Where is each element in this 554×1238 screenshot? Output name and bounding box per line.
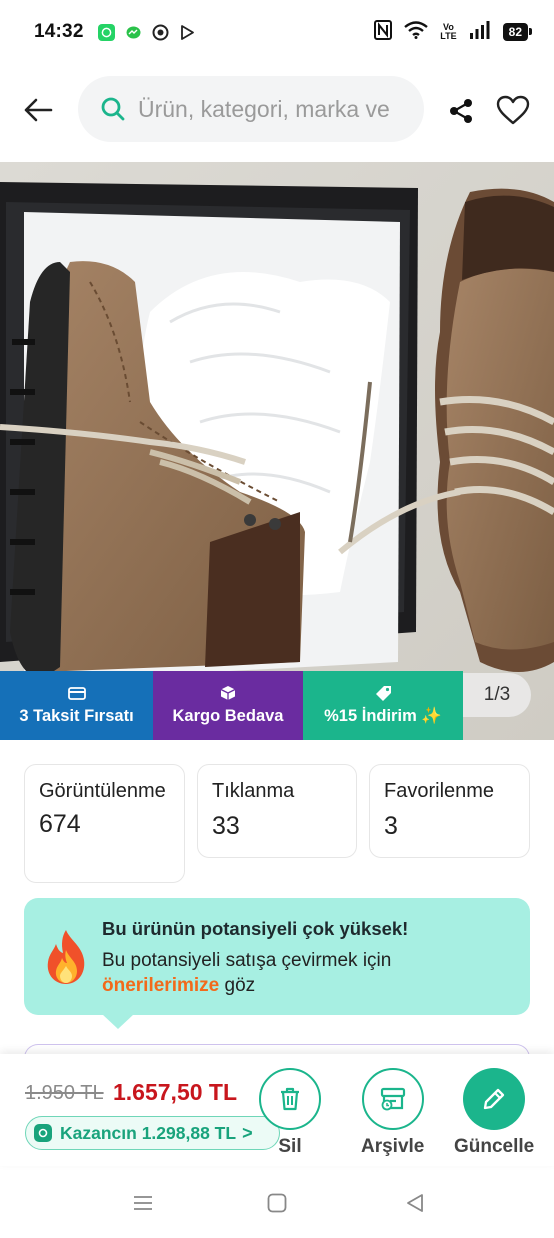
archive-button[interactable]: Arşivle (361, 1068, 424, 1158)
share-icon (450, 99, 472, 123)
box-icon (220, 685, 236, 701)
notification-icons (97, 23, 196, 41)
chrome-icon (152, 24, 169, 41)
earnings-text: Kazancın 1.298,88 TL (60, 1122, 237, 1143)
stat-label: Favorilenme (384, 780, 495, 802)
earnings-pill[interactable]: Kazancın 1.298,88 TL > (25, 1116, 280, 1150)
status-time: 14:32 (34, 21, 84, 42)
delete-label: Sil (278, 1136, 302, 1157)
stat-value: 3 (384, 812, 398, 840)
chevron-right-icon: > (242, 1122, 253, 1143)
status-bar: 14:32 Vo LTE 82 (0, 0, 554, 64)
back-arrow-icon (24, 98, 53, 122)
delete-button[interactable]: Sil (259, 1068, 321, 1158)
share-button[interactable] (444, 94, 478, 128)
badge-free-shipping[interactable]: Kargo Bedava (153, 671, 303, 740)
archive-icon (380, 1087, 405, 1111)
system-back-button[interactable] (400, 1190, 430, 1216)
tag-icon (375, 685, 392, 701)
whatsapp-icon (97, 23, 115, 41)
favorite-button[interactable] (494, 92, 532, 128)
pencil-icon (483, 1088, 505, 1110)
badge-discount[interactable]: %15 İndirim ✨ (303, 671, 463, 740)
update-button[interactable]: Güncelle (454, 1068, 534, 1158)
wifi-icon (404, 20, 429, 44)
stat-value: 674 (39, 810, 81, 838)
search-input[interactable] (138, 95, 408, 123)
potential-title: Bu ürünün potansiyeli çok yüksek! (102, 918, 409, 939)
app-header (0, 74, 554, 146)
back-button[interactable] (20, 94, 56, 126)
new-price: 1.657,50 TL (113, 1079, 238, 1105)
volte-indicator: Vo LTE (440, 22, 457, 41)
wallet-icon (34, 1124, 52, 1142)
stat-label: Tıklanma (212, 780, 295, 802)
bottom-action-bar: 1.950 TL 1.657,50 TL Kazancın 1.298,88 T… (0, 1054, 554, 1166)
badge-free-shipping-label: Kargo Bedava (172, 707, 284, 725)
play-store-icon (179, 24, 196, 41)
home-button[interactable] (262, 1190, 292, 1216)
recents-button[interactable] (128, 1190, 158, 1216)
battery-icon: 82 (502, 23, 533, 41)
product-image[interactable] (0, 162, 554, 740)
recommendations-link[interactable]: önerilerimize (102, 975, 219, 996)
home-square-icon (267, 1193, 287, 1213)
search-icon (101, 97, 125, 121)
archive-label: Arşivle (361, 1136, 425, 1157)
stat-card-favorites: Favorilenme 3 (369, 764, 530, 858)
stat-card-views: Görüntülenme 674 (24, 764, 185, 883)
update-circle (463, 1068, 526, 1130)
back-triangle-icon (407, 1194, 423, 1212)
potential-banner: Bu ürünün potansiyeli çok yüksek! Bu pot… (24, 898, 530, 1029)
product-photo (0, 162, 554, 740)
system-nav-bar (0, 1168, 554, 1238)
search-bar[interactable] (78, 76, 424, 142)
signal-icon (469, 20, 491, 44)
menu-icon (134, 1196, 152, 1210)
heart-icon (496, 95, 530, 125)
old-price: 1.950 TL (25, 1082, 104, 1104)
archive-circle (361, 1068, 424, 1130)
stat-label: Görüntülenme (39, 780, 166, 802)
delete-circle (259, 1068, 321, 1130)
badge-installment-label: 3 Taksit Fırsatı (19, 707, 134, 725)
trash-icon (281, 1087, 299, 1111)
fire-icon (47, 930, 85, 984)
badge-discount-label: %15 İndirim ✨ (324, 707, 442, 725)
stat-value: 33 (212, 812, 240, 840)
stat-card-clicks: Tıklanma 33 (197, 764, 357, 858)
potential-text: Bu potansiyeli satışa çevirmek için öner… (102, 950, 392, 996)
card-icon (67, 685, 86, 701)
update-label: Güncelle (454, 1136, 535, 1157)
nfc-icon (374, 19, 393, 45)
gallery-page-indicator: 1/3 (463, 673, 531, 717)
badge-installment[interactable]: 3 Taksit Fırsatı (0, 671, 153, 740)
messenger-icon (124, 23, 142, 41)
